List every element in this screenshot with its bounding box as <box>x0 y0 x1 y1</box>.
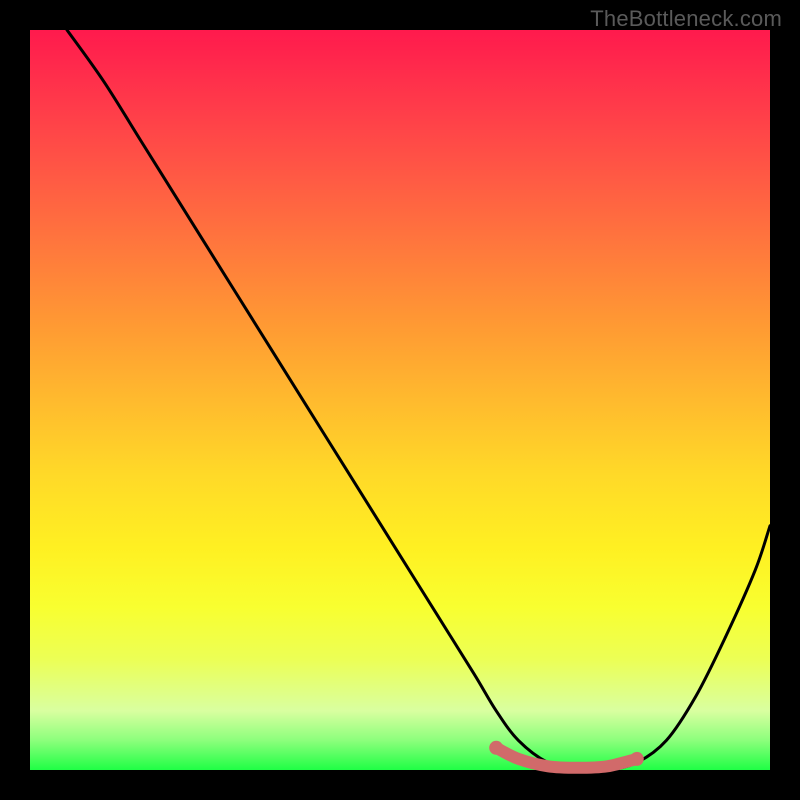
plot-area <box>30 30 770 770</box>
marker-dot-end <box>630 752 644 766</box>
marker-dot-start <box>489 741 503 755</box>
bottleneck-curve <box>67 30 770 771</box>
chart-svg <box>30 30 770 770</box>
watermark-text: TheBottleneck.com <box>590 6 782 32</box>
flat-region-marker <box>496 748 637 768</box>
chart-frame: TheBottleneck.com <box>0 0 800 800</box>
